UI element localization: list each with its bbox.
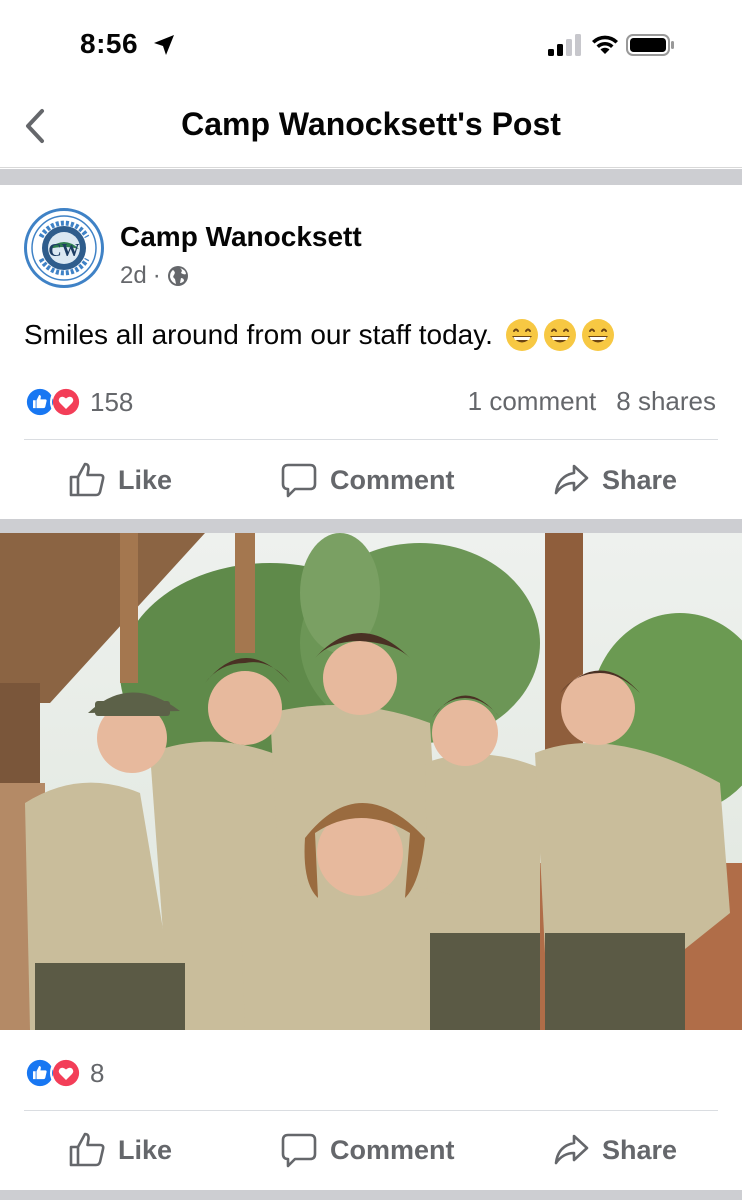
thumbs-up-icon bbox=[69, 462, 105, 497]
reaction-summary[interactable]: 158 bbox=[24, 386, 133, 418]
section-divider bbox=[0, 519, 742, 533]
post-caption: Smiles all around from our staff today. bbox=[24, 319, 493, 350]
post-meta: 2d · bbox=[120, 262, 189, 290]
divider bbox=[24, 1110, 718, 1111]
page-title: Camp Wanocksett's Post bbox=[181, 106, 561, 142]
section-divider bbox=[0, 1190, 742, 1200]
post-photo[interactable] bbox=[0, 533, 742, 1030]
post-time[interactable]: 2d bbox=[120, 262, 147, 290]
camp-logo-icon: CW bbox=[29, 213, 99, 283]
wifi-icon bbox=[592, 35, 618, 54]
group-photo-image bbox=[0, 533, 742, 1030]
comment-label: Comment bbox=[330, 1134, 455, 1165]
post-text: Smiles all around from our staff today. bbox=[24, 318, 615, 352]
engagement-stats: 1 comment 8 shares bbox=[468, 386, 716, 417]
avatar[interactable]: CW bbox=[24, 208, 104, 288]
comment-bubble-icon bbox=[281, 1133, 317, 1168]
battery-icon bbox=[626, 34, 674, 56]
share-label: Share bbox=[602, 464, 678, 495]
status-bar: 8:56 bbox=[0, 0, 742, 90]
share-arrow-icon bbox=[554, 1134, 589, 1165]
share-count-link[interactable]: 8 shares bbox=[616, 386, 716, 417]
comment-button[interactable]: Comment bbox=[280, 461, 455, 499]
grinning-face-icon bbox=[505, 319, 538, 351]
status-time: 8:56 bbox=[80, 28, 139, 59]
comment-bubble-icon bbox=[281, 463, 317, 498]
grinning-face-icon bbox=[543, 319, 576, 351]
love-reaction-icon bbox=[50, 1057, 82, 1089]
share-label: Share bbox=[602, 1134, 678, 1165]
section-divider bbox=[0, 169, 742, 185]
divider bbox=[24, 439, 718, 440]
share-arrow-icon bbox=[554, 464, 589, 495]
comment-label: Comment bbox=[330, 464, 455, 495]
like-button[interactable]: Like bbox=[68, 461, 172, 499]
love-reaction-icon bbox=[50, 386, 82, 418]
photo-reaction-summary[interactable]: 8 bbox=[24, 1057, 104, 1089]
thumbs-up-icon bbox=[69, 1132, 105, 1167]
grinning-face-icon bbox=[581, 319, 614, 351]
share-button[interactable]: Share bbox=[552, 461, 677, 499]
like-label: Like bbox=[118, 1134, 173, 1165]
location-arrow-icon bbox=[154, 35, 174, 55]
photo-reaction-count: 8 bbox=[90, 1057, 105, 1088]
meta-separator: · bbox=[152, 262, 161, 289]
photo-share-button[interactable]: Share bbox=[552, 1131, 677, 1169]
globe-icon bbox=[167, 266, 188, 286]
comment-count-link[interactable]: 1 comment bbox=[468, 386, 597, 417]
reaction-count: 158 bbox=[90, 386, 134, 417]
photo-comment-button[interactable]: Comment bbox=[280, 1131, 455, 1169]
author-name[interactable]: Camp Wanocksett bbox=[120, 221, 362, 253]
nav-header: Camp Wanocksett's Post bbox=[0, 90, 742, 168]
photo-like-button[interactable]: Like bbox=[68, 1131, 172, 1169]
signal-icon bbox=[548, 34, 581, 56]
svg-text:CW: CW bbox=[49, 240, 80, 260]
like-label: Like bbox=[118, 464, 173, 495]
